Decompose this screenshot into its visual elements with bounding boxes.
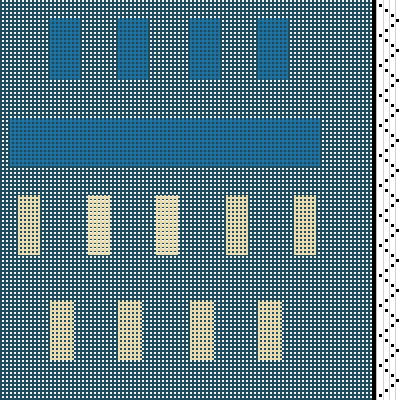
strip-mark (391, 344, 394, 347)
strip-mark (379, 364, 382, 367)
strip-mark (385, 59, 388, 62)
strip-grid-line (383, 0, 384, 400)
motif-blue-rect (50, 18, 80, 80)
strip-mark (391, 84, 394, 87)
strip-mark (391, 384, 394, 387)
strip-mark (391, 324, 394, 327)
strip-mark (385, 189, 388, 192)
strip-mark (379, 124, 382, 127)
motif-blue-band (10, 118, 320, 166)
strip-mark (385, 9, 388, 12)
strip-mark (391, 264, 394, 267)
strip-mark (379, 304, 382, 307)
strip-mark (385, 329, 388, 332)
strip-mark (391, 74, 394, 77)
strip-mark (391, 24, 394, 27)
strip-mark (391, 374, 394, 377)
strip-mark (396, 319, 399, 322)
motif-cream-dashes (258, 300, 282, 360)
strip-mark (391, 144, 394, 147)
strip-mark (385, 279, 388, 282)
strip-mark (385, 89, 388, 92)
strip-mark (396, 19, 399, 22)
strip-mark (385, 339, 388, 342)
strip-mark (391, 134, 394, 137)
strip-mark (396, 79, 399, 82)
motif-blue-rect (190, 18, 220, 80)
strip-mark (385, 239, 388, 242)
strip-mark (379, 184, 382, 187)
strip-mark (385, 209, 388, 212)
strip-mark (391, 194, 394, 197)
motif-cream-dashes (118, 300, 142, 360)
strip-grid-line (389, 0, 390, 400)
strip-mark (385, 99, 388, 102)
strip-mark (391, 314, 394, 317)
strip-mark (379, 334, 382, 337)
strip-mark (385, 269, 388, 272)
strip-mark (385, 179, 388, 182)
motif-cream-dashes (226, 195, 248, 255)
strip-mark (391, 14, 394, 17)
motif-cream-dashes (88, 195, 110, 255)
strip-mark (379, 94, 382, 97)
strip-mark (385, 249, 388, 252)
strip-mark (379, 274, 382, 277)
strip-mark (379, 244, 382, 247)
strip-mark (379, 64, 382, 67)
strip-mark (396, 229, 399, 232)
strip-mark (396, 379, 399, 382)
strip-mark (385, 369, 388, 372)
motif-cream-dashes (50, 300, 74, 360)
strip-mark (396, 169, 399, 172)
motif-blue-rect (118, 18, 148, 80)
strip-mark (385, 219, 388, 222)
strip-mark (385, 39, 388, 42)
strip-mark (379, 154, 382, 157)
motif-cream-dashes (294, 195, 316, 255)
strip-mark (385, 359, 388, 362)
strip-mark (391, 104, 394, 107)
strip-mark (385, 29, 388, 32)
strip-mark (391, 54, 394, 57)
strip-mark (385, 119, 388, 122)
strip-mark (385, 129, 388, 132)
strip-mark (391, 204, 394, 207)
strip-mark (391, 44, 394, 47)
strip-mark (391, 254, 394, 257)
strip-mark (379, 214, 382, 217)
strip-mark (385, 149, 388, 152)
strip-mark (396, 199, 399, 202)
strip-mark (391, 114, 394, 117)
strip-mark (391, 284, 394, 287)
strip-mark (396, 139, 399, 142)
strip-mark (385, 299, 388, 302)
strip-mark (391, 234, 394, 237)
strip-mark (385, 309, 388, 312)
strip-mark (391, 174, 394, 177)
strip-mark (391, 294, 394, 297)
strip-mark (385, 69, 388, 72)
strip-mark (385, 389, 388, 392)
motif-cream-dashes (156, 195, 178, 255)
strip-mark (396, 259, 399, 262)
strip-mark (391, 354, 394, 357)
strip-mark (379, 4, 382, 7)
motif-cream-dashes (18, 195, 40, 255)
strip-mark (391, 164, 394, 167)
strip-mark (385, 159, 388, 162)
motif-cream-dashes (190, 300, 214, 360)
strip-mark (379, 394, 382, 397)
strip-mark (396, 109, 399, 112)
strip-mark (396, 49, 399, 52)
strip-mark (391, 224, 394, 227)
threading-draft-strip[interactable] (376, 0, 400, 400)
strip-mark (396, 289, 399, 292)
motif-blue-rect (258, 18, 288, 80)
strip-mark (379, 34, 382, 37)
pattern-canvas[interactable] (0, 0, 372, 400)
strip-mark (396, 349, 399, 352)
